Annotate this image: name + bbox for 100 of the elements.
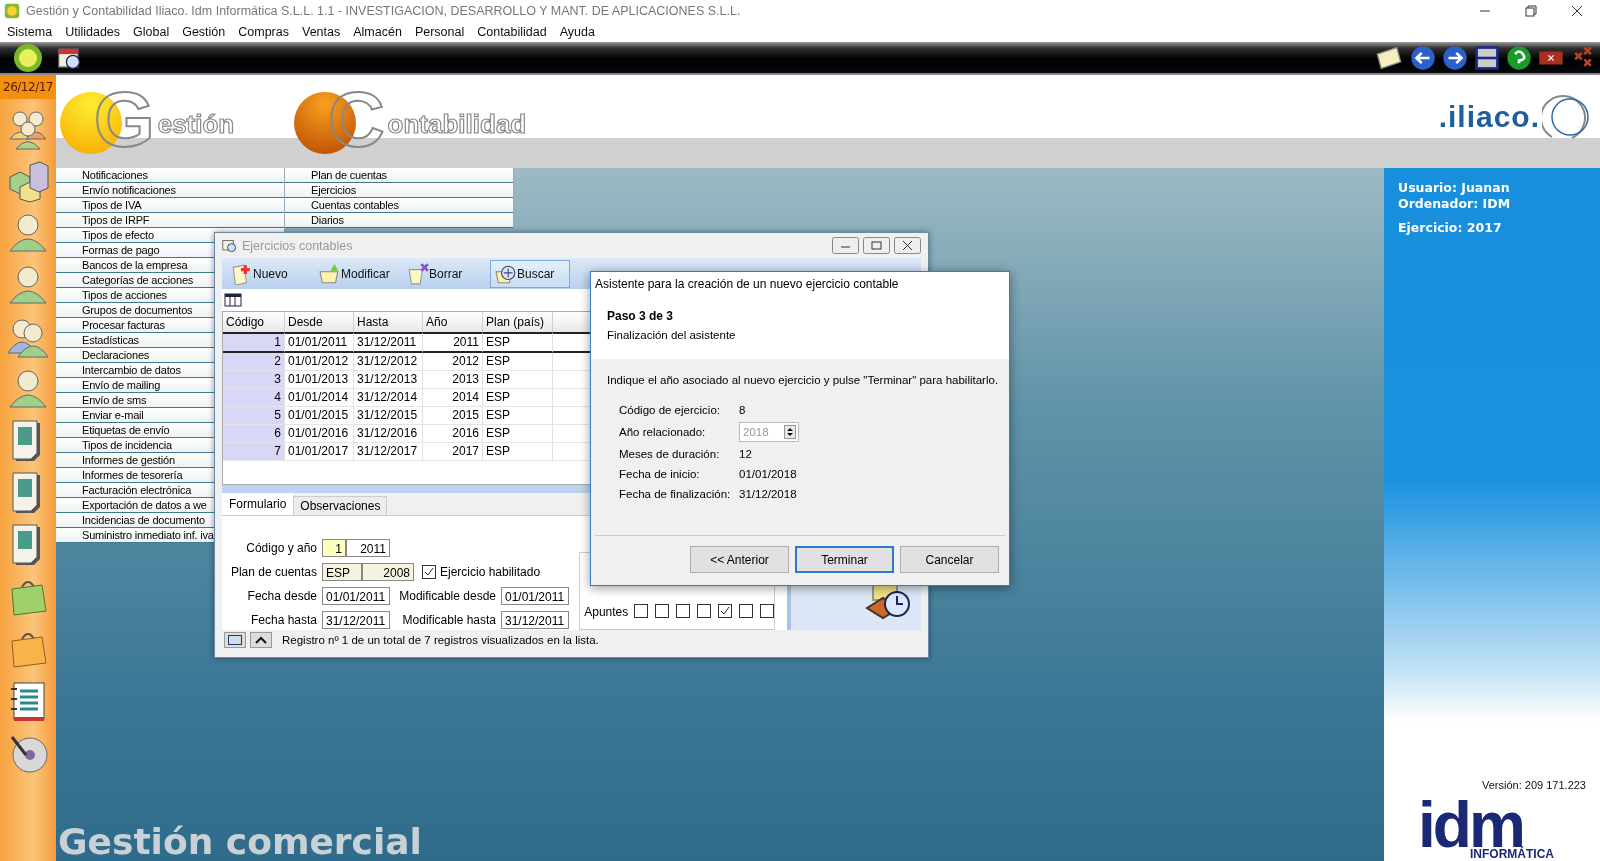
document-plus-icon [231, 262, 253, 285]
field-label: Fecha hasta [249, 612, 318, 627]
checkbox[interactable] [655, 603, 670, 618]
menu-item[interactable]: Almacén [352, 25, 409, 39]
brand-logo: .iliaco. [1438, 99, 1540, 134]
field-label: Año relacionado: [619, 426, 707, 438]
menu-item[interactable]: Compras [237, 25, 296, 39]
step-title: Paso 3 de 3 [607, 309, 675, 323]
menu-entry[interactable]: Plan de cuentas [285, 168, 513, 183]
column-header[interactable]: Año [423, 311, 483, 332]
logo-word: estión [157, 109, 235, 140]
field-value: 12 [739, 448, 752, 460]
help-icon[interactable] [1506, 44, 1532, 71]
tab[interactable]: Observaciones [293, 495, 388, 515]
menu-item[interactable]: Sistema [6, 25, 60, 39]
checkbox[interactable] [634, 603, 649, 618]
toolbar-button[interactable]: Buscar [490, 259, 570, 288]
table-cell: 2011 [423, 331, 483, 353]
table-cell: ESP [483, 331, 553, 353]
plan-year-field[interactable]: 2008 [362, 562, 414, 581]
fiscal-year-label: Ejercicio: 2017 [1398, 220, 1503, 236]
menu-entry[interactable]: Ejercicios [285, 183, 513, 198]
menu-item[interactable]: Gestión [181, 25, 233, 39]
envelope-icon[interactable] [1374, 44, 1404, 71]
menu-entry[interactable]: Tipos de IRPF [56, 213, 284, 228]
field-label: Plan de cuentas [229, 564, 318, 579]
date-label: 26/12/17 [0, 75, 56, 99]
logo-word: ontabilidad [387, 109, 527, 140]
column-header[interactable]: Plan (país) [483, 311, 553, 332]
menu-entry[interactable]: Tipos de IVA [56, 198, 284, 213]
menu-entry[interactable]: Notificaciones [56, 168, 284, 183]
wizard-button[interactable]: << Anterior [690, 546, 789, 573]
folder-edit-icon [319, 262, 341, 285]
menu-item[interactable]: Global [132, 25, 177, 39]
field-label: Apuntes [584, 604, 629, 619]
computer-label: Ordenador: IDM [1398, 196, 1512, 212]
minimize-button[interactable] [832, 237, 859, 255]
checkbox[interactable] [718, 603, 733, 618]
person-icon [6, 263, 50, 307]
grid-icon [228, 635, 242, 646]
field-label: Fecha desde [246, 588, 318, 603]
column-header[interactable]: Código [223, 311, 285, 332]
column-header[interactable]: Desde [285, 311, 354, 332]
version-label: Versión: 209 171.223 [1482, 779, 1586, 791]
date-field[interactable]: 01/01/2011 [501, 586, 569, 605]
cubes-icon [6, 159, 50, 203]
window-title: Gestión y Contabilidad Iliaco. Idm Informática S.L.L. 1.1 - INVESTIGACION, DESARROLLO Y MANT. DE APLICACIONES S.L.L. [26, 4, 741, 18]
date-field[interactable]: 31/12/2011 [501, 610, 569, 629]
checkbox[interactable] [676, 603, 691, 618]
field-value: 31/12/2018 [739, 488, 797, 500]
field-value: 01/01/2018 [739, 468, 797, 480]
menu-entry[interactable]: Diarios [285, 213, 513, 228]
field-label: Código y año [245, 540, 318, 555]
checkbox[interactable] [697, 603, 712, 618]
wizard-button[interactable]: Terminar [795, 546, 894, 573]
orb-button[interactable] [11, 42, 45, 73]
instruction-text: Indique el año asociado al nuevo ejercicio y pulse "Terminar" para habilitarlo. [607, 374, 1000, 386]
date-field[interactable]: 01/01/2011 [322, 586, 390, 605]
window-layout-icon[interactable] [1474, 44, 1500, 71]
checkbox[interactable] [422, 564, 436, 579]
checkbox[interactable] [760, 603, 775, 618]
checkbox-label: Ejercicio habilitado [440, 564, 541, 579]
field-label: Modificable hasta [401, 612, 497, 627]
field-label: Meses de duración: [619, 448, 721, 460]
field-label: Fecha de finalización: [619, 488, 732, 500]
menu-entry[interactable]: Envío notificaciones [56, 183, 284, 198]
collapse-button[interactable] [250, 632, 272, 649]
plan-field[interactable]: ESP [322, 562, 362, 581]
field-value: 8 [739, 404, 746, 416]
menu-item[interactable]: Utilidades [64, 25, 128, 39]
person-icon [6, 211, 50, 255]
code-field[interactable]: 1 [322, 538, 346, 557]
caret-up-icon [255, 636, 267, 645]
date-field[interactable]: 31/12/2011 [322, 610, 390, 629]
field-label: Fecha de inicio: [619, 468, 701, 480]
table-cell: 1 [223, 331, 285, 353]
field-label: Código de ejercicio: [619, 404, 721, 416]
grid-settings-icon[interactable] [224, 291, 242, 308]
step-subtitle: Finalización del asistente [607, 329, 737, 341]
calendar-clock-icon [222, 237, 238, 254]
menu-item[interactable]: Ventas [301, 25, 348, 39]
grid-button[interactable] [224, 632, 246, 649]
menu-item[interactable]: Personal [413, 25, 472, 39]
year-field[interactable]: 2011 [346, 538, 390, 557]
toolbar-button[interactable]: Borrar [402, 259, 482, 288]
person-icon [6, 367, 50, 411]
checkbox[interactable] [739, 603, 754, 618]
ring-icon [1542, 92, 1592, 141]
column-header[interactable]: Hasta [354, 311, 423, 332]
toolbar-button[interactable]: Modificar [314, 259, 394, 288]
table-cell: 31/12/2011 [354, 331, 423, 353]
window-title: Asistente para la creación de un nuevo ejercicio contable [595, 277, 899, 291]
menu-item[interactable]: Ayuda [558, 25, 602, 39]
wizard-button[interactable]: Cancelar [900, 546, 999, 573]
app-icon [4, 3, 20, 19]
close-button[interactable] [894, 237, 921, 255]
menu-entry[interactable]: Cuentas contables [285, 198, 513, 213]
tab[interactable]: Formulario [222, 492, 294, 515]
menu-item[interactable]: Contabilidad [476, 25, 554, 39]
module-title: Gestión comercial [58, 823, 423, 861]
